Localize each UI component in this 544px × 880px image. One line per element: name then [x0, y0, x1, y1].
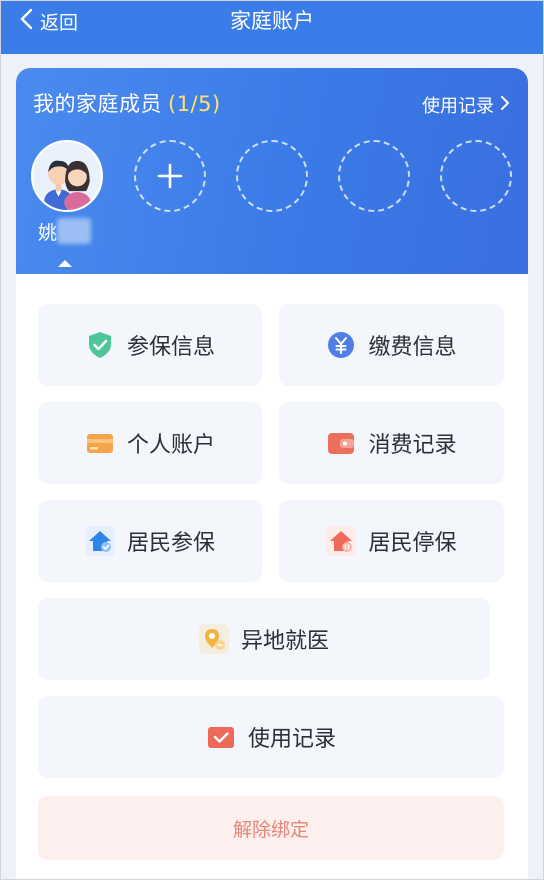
plus-icon	[157, 163, 183, 189]
member-avatar[interactable]	[31, 140, 103, 212]
usage-records-button[interactable]: 使用记录	[38, 696, 504, 778]
unbind-label: 解除绑定	[232, 818, 309, 841]
card-icon	[85, 428, 115, 458]
empty-member-slot[interactable]	[440, 140, 512, 212]
usage-records-link[interactable]: 使用记录	[422, 92, 510, 118]
wallet-icon	[326, 428, 356, 458]
family-couple-icon	[33, 142, 101, 210]
family-members-card: 我的家庭成员 (1/5) 使用记录 姚	[16, 68, 528, 274]
personal-account-label: 个人账户	[126, 433, 215, 458]
empty-member-slot[interactable]	[338, 140, 410, 212]
location-tag-icon	[198, 624, 229, 654]
member-name: 姚	[38, 222, 58, 244]
main-panel: 我的家庭成员 (1/5) 使用记录 姚 参保信息 缴费信息 个人账户 消费记录 …	[16, 68, 528, 880]
consumption-records-label: 消费记录	[368, 433, 457, 458]
house-check-icon	[84, 526, 115, 556]
remote-medical-button[interactable]: 异地就医	[38, 598, 490, 680]
payment-info-label: 缴费信息	[368, 335, 457, 360]
resident-suspend-label: 居民停保	[368, 531, 457, 556]
insurance-info-button[interactable]: 参保信息	[38, 304, 262, 386]
resident-enroll-label: 居民参保	[126, 531, 215, 556]
yen-coin-icon	[326, 330, 356, 360]
checked-envelope-icon	[206, 722, 236, 752]
members-title-text: 我的家庭成员	[33, 92, 162, 116]
members-title: 我的家庭成员 (1/5)	[33, 88, 221, 118]
personal-account-button[interactable]: 个人账户	[38, 402, 262, 484]
unbind-button[interactable]: 解除绑定	[38, 796, 504, 860]
usage-link-label: 使用记录	[422, 96, 494, 117]
selected-caret-icon	[58, 260, 72, 267]
empty-member-slot[interactable]	[236, 140, 308, 212]
usage-records-label: 使用记录	[247, 727, 336, 752]
chevron-right-icon	[500, 95, 510, 116]
insurance-info-label: 参保信息	[126, 335, 215, 360]
members-count: (1/5)	[168, 92, 221, 116]
resident-enroll-button[interactable]: 居民参保	[38, 500, 262, 582]
shield-check-icon	[85, 330, 115, 360]
payment-info-button[interactable]: 缴费信息	[279, 304, 504, 386]
house-pause-icon	[326, 526, 357, 556]
add-member-button[interactable]	[134, 140, 206, 212]
resident-suspend-button[interactable]: 居民停保	[279, 500, 504, 582]
top-nav-bar: 返回 家庭账户	[0, 0, 544, 54]
consumption-records-button[interactable]: 消费记录	[279, 402, 504, 484]
name-redaction	[57, 218, 91, 244]
page-title: 家庭账户	[230, 9, 314, 33]
remote-medical-label: 异地就医	[240, 629, 329, 654]
